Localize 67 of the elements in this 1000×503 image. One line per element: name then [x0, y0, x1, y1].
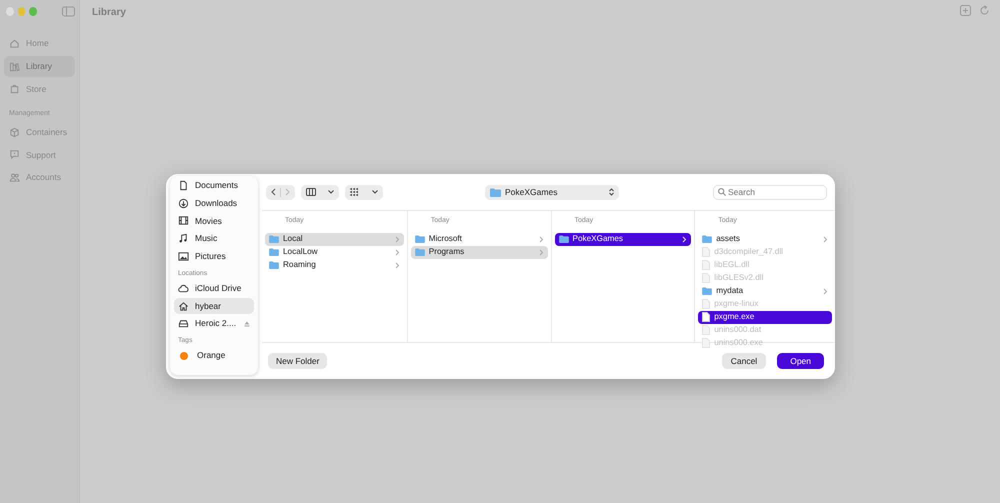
folder-item[interactable]: Microsoft	[410, 232, 548, 246]
caret-icon	[328, 190, 334, 194]
folder-item[interactable]: Roaming	[265, 258, 404, 272]
sidebar-item[interactable]: Documents	[174, 177, 254, 194]
film-icon	[178, 215, 189, 226]
cube-icon	[9, 126, 20, 138]
group-button[interactable]	[345, 184, 383, 200]
music-note-icon	[178, 233, 189, 244]
speech-bubble-icon	[9, 149, 20, 160]
up-down-arrows-icon	[609, 188, 614, 196]
zoom-window-button[interactable]	[29, 7, 38, 16]
chevron-icon	[823, 236, 828, 242]
sidebar-item[interactable]: iCloud Drive	[174, 280, 254, 297]
sidebar-item[interactable]: Downloads	[174, 194, 254, 212]
search-field[interactable]: Search	[713, 184, 827, 200]
people-icon	[9, 172, 20, 184]
sidebar-item[interactable]: Pictures	[174, 248, 254, 265]
close-window-button[interactable]	[6, 7, 14, 16]
books-icon	[9, 60, 20, 72]
bag-icon	[9, 83, 20, 94]
path-dropdown[interactable]: PokeXGames	[485, 184, 619, 200]
add-icon[interactable]	[960, 5, 971, 16]
folder-icon	[558, 235, 568, 243]
folder-icon	[269, 261, 279, 269]
caret-icon	[372, 190, 378, 194]
tag-item[interactable]: Orange	[174, 347, 254, 364]
folder-item[interactable]: LocalLow	[265, 246, 404, 258]
folder-icon	[269, 235, 279, 243]
sidebar-item[interactable]: hybear	[174, 298, 254, 314]
sidebar-item[interactable]: Music	[174, 230, 254, 247]
drive-icon	[178, 318, 189, 330]
new-folder-button[interactable]: New Folder	[268, 352, 328, 370]
folder-icon	[702, 235, 712, 243]
home-icon	[9, 38, 20, 49]
refresh-icon[interactable]	[979, 5, 990, 16]
back-icon[interactable]	[271, 188, 276, 196]
forward-icon[interactable]	[285, 188, 290, 196]
folder-icon	[490, 188, 501, 196]
folder-item[interactable]: assets	[698, 232, 832, 246]
folder-item[interactable]: Programs	[410, 246, 548, 258]
folder-icon	[702, 287, 712, 295]
cancel-button[interactable]: Cancel	[722, 352, 766, 370]
folder-item[interactable]: PokeXGames	[554, 232, 692, 246]
chevron-icon	[823, 288, 828, 294]
sidebar-item[interactable]: Movies	[174, 212, 254, 230]
eject-icon[interactable]	[244, 320, 250, 327]
file-item[interactable]: pxgme.exe	[698, 310, 832, 324]
view-mode-button[interactable]	[301, 184, 339, 200]
sidebar-toggle-icon[interactable]	[62, 6, 76, 17]
folder-icon	[269, 248, 279, 256]
download-icon	[178, 198, 189, 209]
chevron-icon	[682, 236, 688, 242]
folder-icon	[414, 248, 425, 256]
page-title: Library	[92, 6, 126, 20]
columns-view-icon	[306, 188, 316, 196]
sidebar-item[interactable]: Heroic 2....	[174, 315, 254, 332]
folder-item[interactable]: mydata	[698, 284, 832, 298]
house-icon	[178, 300, 189, 312]
minimize-window-button[interactable]	[18, 7, 26, 16]
search-icon	[718, 188, 726, 196]
document-icon	[178, 180, 189, 191]
cloud-icon	[178, 282, 189, 294]
open-button[interactable]: Open	[777, 352, 824, 370]
picture-icon	[178, 250, 189, 262]
folder-item[interactable]: Local	[265, 232, 404, 246]
grid-icon	[350, 188, 359, 196]
folder-icon	[414, 235, 425, 243]
